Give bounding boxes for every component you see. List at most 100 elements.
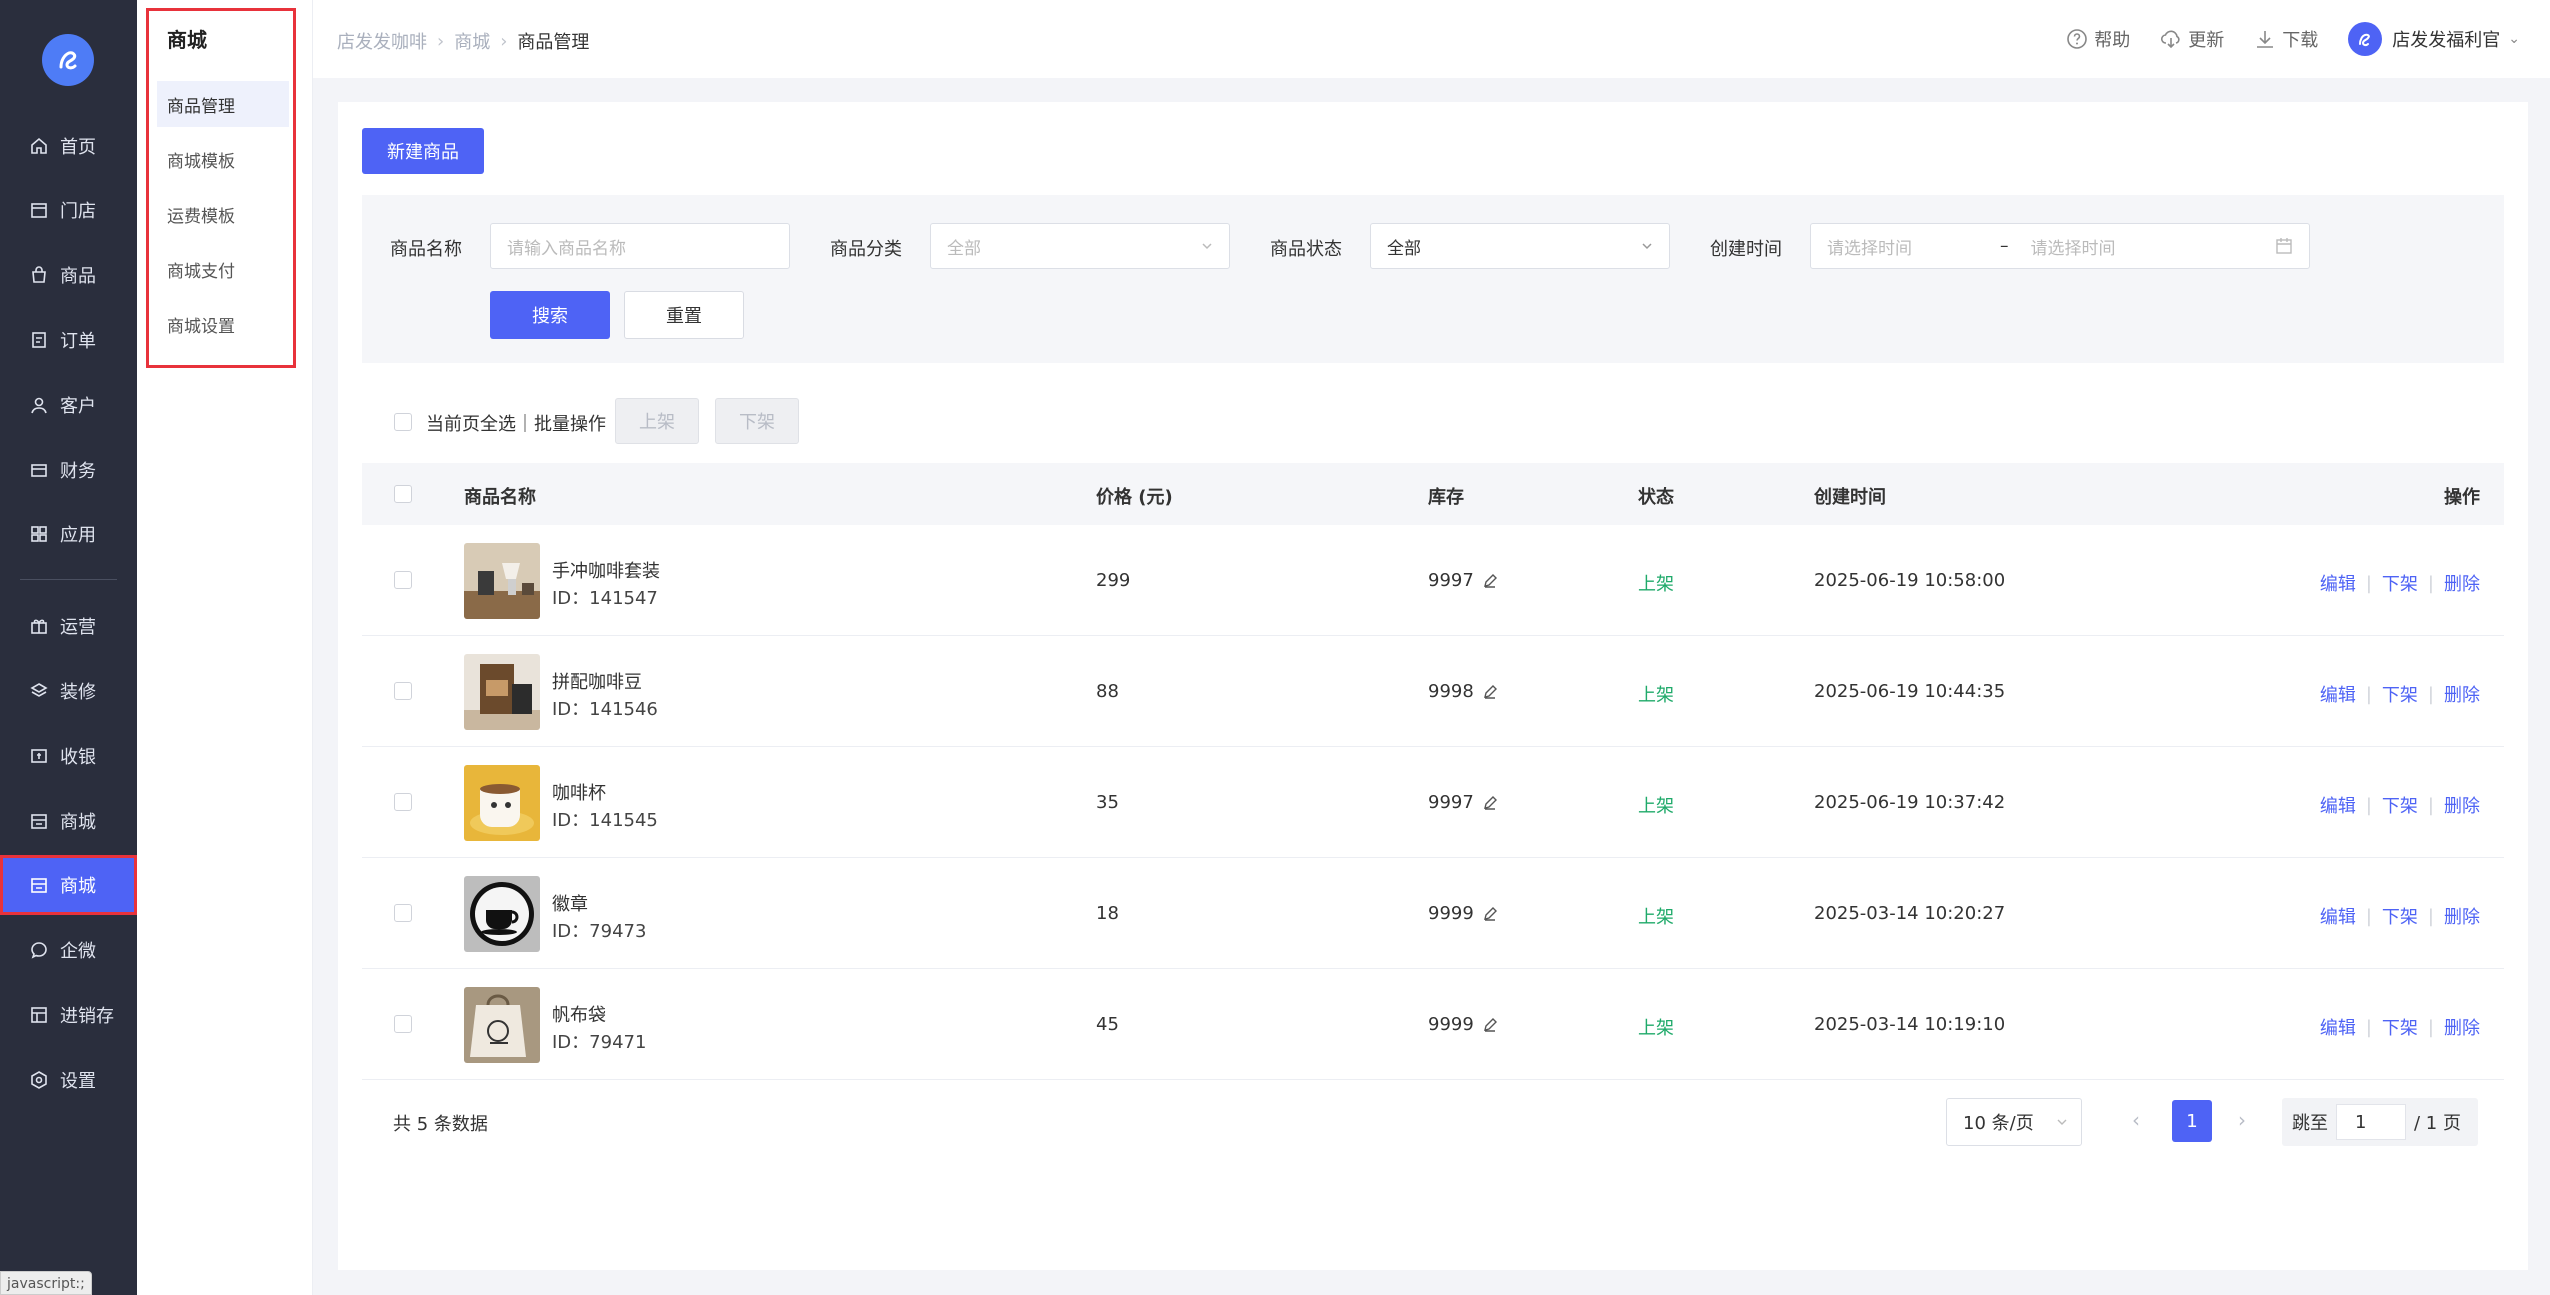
delete-link[interactable]: 删除 (2444, 681, 2480, 707)
next-page-icon[interactable]: › (2238, 1108, 2246, 1132)
nav-orders[interactable]: 订单 (0, 310, 137, 370)
off-shelf-link[interactable]: 下架 (2382, 570, 2418, 596)
shop-icon (30, 876, 48, 894)
bag-icon (30, 266, 48, 284)
nav-label: 企微 (60, 941, 96, 962)
submenu-item-mall-settings[interactable]: 商城设置 (157, 301, 289, 347)
update-label: 更新 (2188, 30, 2225, 51)
nav-label: 客户 (60, 396, 96, 417)
product-image-badge[interactable] (464, 876, 540, 952)
user-menu[interactable]: 店发发福利官 ⌄ (2348, 22, 2520, 56)
edit-pencil-icon[interactable] (1482, 906, 1498, 922)
help-button[interactable]: 帮助 (2066, 26, 2130, 52)
help-icon (2067, 29, 2088, 49)
breadcrumb-item[interactable]: 商城 (454, 28, 490, 54)
page-size-value: 10 条/页 (1963, 1113, 2034, 1134)
new-product-button[interactable]: 新建商品 (362, 128, 484, 174)
end-date-input[interactable]: 请选择时间 (2031, 234, 2116, 259)
nav-settings[interactable]: 设置 (0, 1050, 137, 1110)
row-checkbox[interactable] (394, 793, 412, 811)
submenu-item-mall-template[interactable]: 商城模板 (157, 136, 289, 182)
edit-pencil-icon[interactable] (1482, 1017, 1498, 1033)
product-image-canvas-bag[interactable] (464, 987, 540, 1063)
delete-link[interactable]: 删除 (2444, 903, 2480, 929)
product-name: 手冲咖啡套装 (552, 561, 660, 582)
status-badge: 上架 (1638, 574, 1674, 595)
nav-label: 商城 (60, 812, 96, 833)
submenu-item-shipping-template[interactable]: 运费模板 (157, 191, 289, 237)
table-row: 拼配咖啡豆 ID：141546 88 9998 上架 2025-06-19 10… (362, 636, 2504, 747)
filter-status-label: 商品状态 (1270, 239, 1342, 260)
date-range-picker[interactable]: 请选择时间 – 请选择时间 (1810, 223, 2310, 269)
delete-link[interactable]: 删除 (2444, 1014, 2480, 1040)
product-stock: 9997 (1428, 792, 1498, 813)
nav-store[interactable]: 门店 (0, 180, 137, 240)
nav-operations[interactable]: 运营 (0, 596, 137, 656)
nav-customers[interactable]: 客户 (0, 375, 137, 435)
product-name: 咖啡杯 (552, 783, 606, 804)
submenu-item-mall-payment[interactable]: 商城支付 (157, 246, 289, 292)
download-label: 下载 (2282, 30, 2319, 51)
nav-decoration[interactable]: 装修 (0, 661, 137, 721)
product-id: ID：141547 (552, 588, 658, 609)
nav-wecom[interactable]: 企微 (0, 920, 137, 980)
row-checkbox[interactable] (394, 904, 412, 922)
nav-mall-active[interactable]: 商城 (0, 855, 137, 915)
breadcrumb-item[interactable]: 店发发咖啡 (337, 28, 427, 54)
gift-icon (30, 617, 48, 635)
product-image-coffee-cup[interactable] (464, 765, 540, 841)
calendar-icon (2276, 238, 2292, 254)
product-image-coffee-beans[interactable] (464, 654, 540, 730)
nav-label: 订单 (60, 331, 96, 352)
delete-link[interactable]: 删除 (2444, 570, 2480, 596)
delete-link[interactable]: 删除 (2444, 792, 2480, 818)
product-image-coffee-set[interactable] (464, 543, 540, 619)
nav-cashier[interactable]: 收银 (0, 726, 137, 786)
page-number-current[interactable]: 1 (2172, 1100, 2212, 1142)
nav-mall[interactable]: 商城 (0, 791, 137, 851)
page-size-select[interactable]: 10 条/页 (1946, 1098, 2082, 1146)
off-shelf-link[interactable]: 下架 (2382, 681, 2418, 707)
gear-icon (30, 1071, 48, 1089)
edit-pencil-icon[interactable] (1482, 573, 1498, 589)
update-button[interactable]: 更新 (2160, 26, 2224, 52)
status-select[interactable]: 全部 (1370, 223, 1670, 269)
filter-category-label: 商品分类 (830, 239, 902, 260)
prev-page-icon[interactable]: ‹ (2132, 1108, 2140, 1132)
header-actions: 帮助 更新 下载 店发发福利官 ⌄ (2036, 22, 2520, 56)
edit-link[interactable]: 编辑 (2320, 570, 2356, 596)
nav-label: 商品 (60, 266, 96, 287)
edit-pencil-icon[interactable] (1482, 795, 1498, 811)
row-checkbox[interactable] (394, 682, 412, 700)
nav-finance[interactable]: 财务 (0, 440, 137, 500)
nav-home[interactable]: 首页 (0, 116, 137, 176)
off-shelf-link[interactable]: 下架 (2382, 792, 2418, 818)
nav-goods[interactable]: 商品 (0, 245, 137, 305)
edit-link[interactable]: 编辑 (2320, 681, 2356, 707)
download-button[interactable]: 下载 (2254, 26, 2318, 52)
product-name-input[interactable]: 请输入商品名称 (490, 223, 790, 269)
submenu-item-product-management[interactable]: 商品管理 (157, 81, 289, 127)
batch-off-shelf-button[interactable]: 下架 (715, 398, 799, 444)
reset-button[interactable]: 重置 (624, 291, 744, 339)
edit-link[interactable]: 编辑 (2320, 792, 2356, 818)
nav-inventory[interactable]: 进销存 (0, 985, 137, 1045)
user-name: 店发发福利官 (2392, 30, 2501, 51)
product-price: 299 (1096, 570, 1131, 591)
app-logo[interactable] (42, 34, 94, 86)
nav-apps[interactable]: 应用 (0, 504, 137, 564)
edit-link[interactable]: 编辑 (2320, 903, 2356, 929)
select-all-checkbox[interactable] (394, 413, 412, 431)
row-checkbox[interactable] (394, 1015, 412, 1033)
off-shelf-link[interactable]: 下架 (2382, 903, 2418, 929)
header-checkbox[interactable] (394, 485, 412, 503)
category-select[interactable]: 全部 (930, 223, 1230, 269)
edit-pencil-icon[interactable] (1482, 684, 1498, 700)
start-date-input[interactable]: 请选择时间 (1827, 234, 1912, 259)
jump-page-input[interactable]: 1 (2336, 1104, 2406, 1140)
row-checkbox[interactable] (394, 571, 412, 589)
edit-link[interactable]: 编辑 (2320, 1014, 2356, 1040)
off-shelf-link[interactable]: 下架 (2382, 1014, 2418, 1040)
search-button[interactable]: 搜索 (490, 291, 610, 339)
batch-on-shelf-button[interactable]: 上架 (615, 398, 699, 444)
